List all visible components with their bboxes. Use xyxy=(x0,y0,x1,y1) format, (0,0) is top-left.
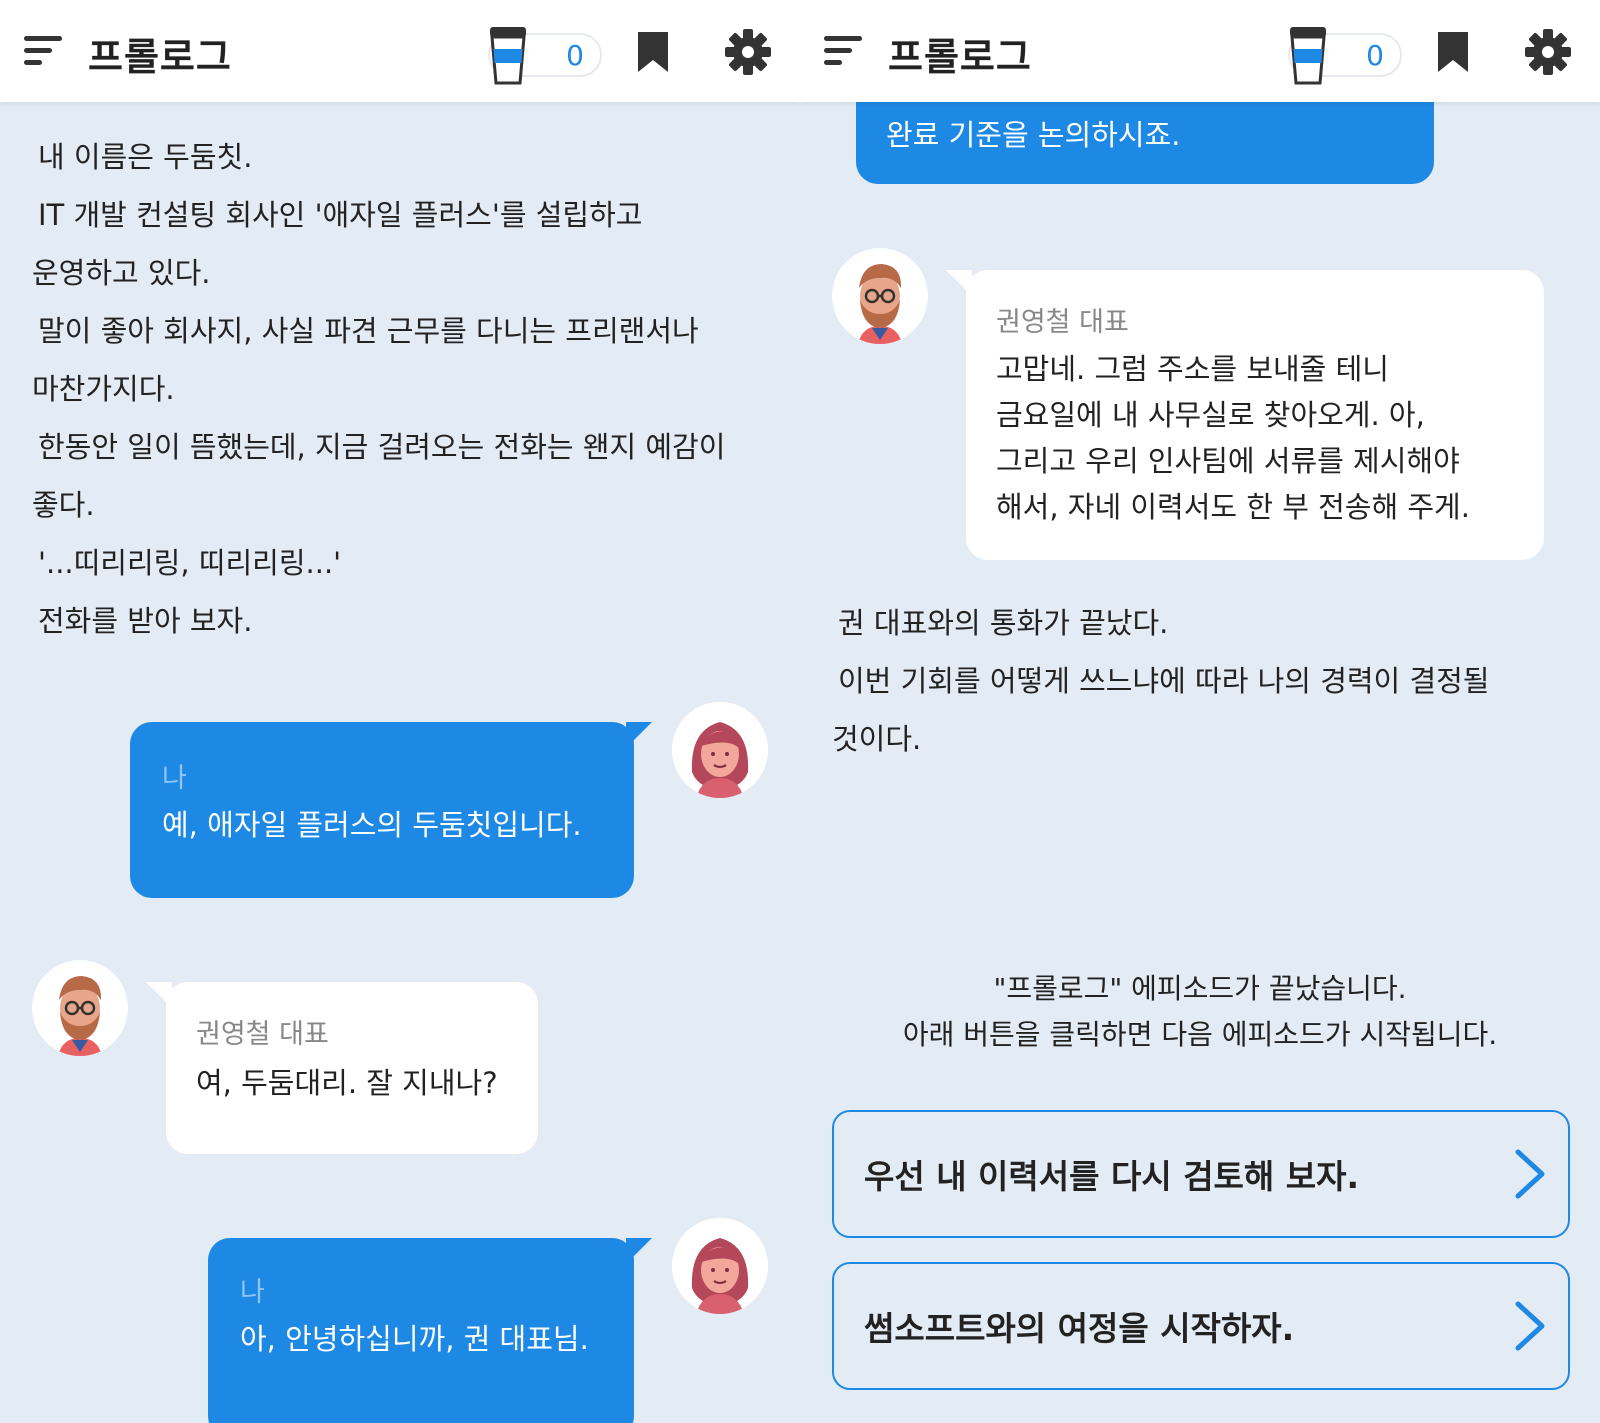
episode-end-line: "프롤로그" 에피소드가 끝났습니다. xyxy=(993,972,1407,1005)
choice-button-review-resume[interactable]: 우선 내 이력서를 다시 검토해 보자. xyxy=(832,1110,1570,1238)
episode-end-message: "프롤로그" 에피소드가 끝났습니다. 아래 버튼을 클릭하면 다음 에피소드가… xyxy=(800,966,1600,1058)
narration-line: '...띠리리링, 띠리리링...' xyxy=(38,546,342,580)
speaker-name: 나 xyxy=(240,1277,265,1308)
coffee-count: 0 xyxy=(566,39,584,72)
woman-avatar-icon xyxy=(672,702,768,798)
bearded-man-avatar-icon xyxy=(832,248,928,344)
bookmark-icon[interactable] xyxy=(1436,30,1470,74)
menu-icon[interactable] xyxy=(24,32,64,68)
right-pane: 프롤로그 0 완료 기준을 논의하시죠. 권영철 대표 고맙네. 그럼 주소를 … xyxy=(800,0,1600,1423)
ceo-message-bubble: 권영철 대표 고맙네. 그럼 주소를 보내줄 테니 금요일에 내 사무실로 찾아… xyxy=(946,270,1544,560)
chevron-right-icon xyxy=(1515,1301,1545,1351)
speaker-name: 권영철 대표 xyxy=(996,307,1129,338)
coffee-counter[interactable]: 0 xyxy=(1288,27,1402,85)
narration-line: 좋다. xyxy=(32,488,95,522)
narration-line: 마찬가지다. xyxy=(32,372,175,406)
message-text: 여, 두둠대리. 잘 지내나? xyxy=(196,1066,498,1100)
menu-icon[interactable] xyxy=(824,32,864,68)
avatar-ceo xyxy=(832,248,928,344)
narration-line: 이번 기회를 어떻게 쓰느냐에 따라 나의 경력이 결정될 xyxy=(838,664,1490,698)
top-bar: 프롤로그 0 xyxy=(0,0,800,102)
avatar-me xyxy=(672,1218,768,1314)
gear-icon[interactable] xyxy=(724,28,772,76)
narration-line: 전화를 받아 보자. xyxy=(38,604,253,638)
coffee-cup-icon xyxy=(1290,27,1326,85)
my-message-bubble: 나 예, 애자일 플러스의 두둠칫입니다. xyxy=(130,722,652,898)
message-text-line: 금요일에 내 사무실로 찾아오게. 아, xyxy=(996,398,1425,432)
message-text-line: 그리고 우리 인사팀에 서류를 제시해야 xyxy=(996,444,1460,478)
message-text: 예, 애자일 플러스의 두둠칫입니다. xyxy=(162,808,582,842)
page-title: 프롤로그 xyxy=(88,35,232,79)
coffee-cup-icon xyxy=(490,27,526,85)
avatar-ceo xyxy=(32,960,128,1056)
choice-label: 썸소프트와의 여정을 시작하자. xyxy=(864,1309,1295,1348)
page-title: 프롤로그 xyxy=(888,35,1032,79)
narration-line: 권 대표와의 통화가 끝났다. xyxy=(838,606,1169,640)
narration-line: IT 개발 컨설팅 회사인 '애자일 플러스'를 설립하고 xyxy=(38,198,643,232)
episode-end-line: 아래 버튼을 클릭하면 다음 에피소드가 시작됩니다. xyxy=(902,1018,1498,1051)
my-message-bubble: 나 아, 안녕하십니까, 권 대표님. xyxy=(208,1238,652,1423)
narration-line: 것이다. xyxy=(832,722,922,756)
left-pane: 프롤로그 0 내 이름은 두둠칫. IT 개발 컨설팅 회사인 '애자일 플러스… xyxy=(0,0,800,1423)
narration-block: 내 이름은 두둠칫. IT 개발 컨설팅 회사인 '애자일 플러스'를 설립하고… xyxy=(32,128,725,650)
message-text: 완료 기준을 논의하시죠. xyxy=(886,118,1181,152)
bearded-man-avatar-icon xyxy=(32,960,128,1056)
choice-label: 우선 내 이력서를 다시 검토해 보자. xyxy=(864,1157,1360,1196)
gear-icon[interactable] xyxy=(1524,28,1572,76)
speaker-name: 권영철 대표 xyxy=(196,1019,329,1050)
top-bar: 프롤로그 0 xyxy=(800,0,1600,102)
narration-line: 내 이름은 두둠칫. xyxy=(38,140,253,174)
avatar-me xyxy=(672,702,768,798)
chevron-right-icon xyxy=(1515,1149,1545,1199)
message-text-line: 해서, 자네 이력서도 한 부 전송해 주게. xyxy=(996,490,1470,524)
woman-avatar-icon xyxy=(672,1218,768,1314)
narration-line: 운영하고 있다. xyxy=(32,256,211,290)
bookmark-icon[interactable] xyxy=(636,30,670,74)
coffee-counter[interactable]: 0 xyxy=(488,27,602,85)
narration-line: 한동안 일이 뜸했는데, 지금 걸려오는 전화는 왠지 예감이 xyxy=(38,430,726,464)
narration-line: 말이 좋아 회사지, 사실 파견 근무를 다니는 프리랜서나 xyxy=(38,314,699,348)
speaker-name: 나 xyxy=(162,763,187,794)
ceo-message-bubble: 권영철 대표 여, 두둠대리. 잘 지내나? xyxy=(146,982,538,1154)
message-text: 아, 안녕하십니까, 권 대표님. xyxy=(240,1322,589,1356)
coffee-count: 0 xyxy=(1366,39,1384,72)
message-text-line: 고맙네. 그럼 주소를 보내줄 테니 xyxy=(996,352,1389,386)
choice-button-start-journey[interactable]: 썸소프트와의 여정을 시작하자. xyxy=(832,1262,1570,1390)
narration-block: 권 대표와의 통화가 끝났다. 이번 기회를 어떻게 쓰느냐에 따라 나의 경력… xyxy=(832,594,1490,768)
